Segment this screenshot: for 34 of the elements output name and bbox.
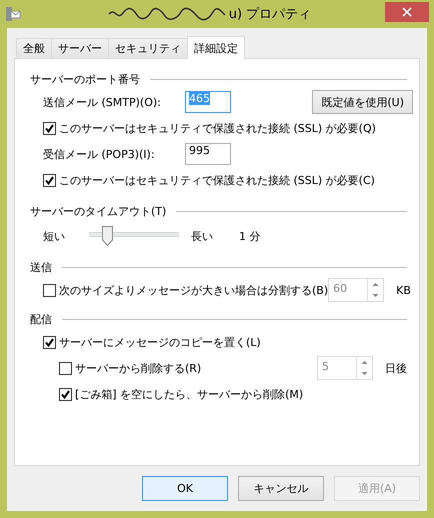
tab[interactable]: 全般 (16, 38, 52, 58)
close-icon (402, 7, 412, 17)
checkbox[interactable] (43, 336, 56, 348)
section-title: 送信 (30, 260, 52, 274)
unit-label: KB (396, 284, 411, 296)
field-label: 受信メール (POP3)(I): (43, 146, 156, 162)
tab[interactable]: 詳細設定 (187, 36, 245, 59)
checkbox-label: [ごみ箱] を空にしたら、サーバーから削除(M) (75, 386, 304, 402)
max-label: 長い (191, 228, 213, 244)
checkbox-label: このサーバーはセキュリティで保護された接続 (SSL) が必要(C) (59, 172, 375, 188)
unit-label: 日後 (385, 360, 407, 376)
checkbox-label: このサーバーはセキュリティで保護された接続 (SSL) が必要(Q) (59, 120, 376, 136)
section-title: サーバーのポート番号 (30, 72, 140, 86)
section-title: 配信 (30, 312, 52, 326)
checkbox[interactable] (59, 388, 72, 400)
section-title: サーバーのタイムアウト(T) (30, 204, 166, 218)
checkbox[interactable] (43, 174, 56, 186)
min-label: 短い (43, 228, 65, 244)
checkbox-label: サーバーにメッセージのコピーを置く(L) (59, 334, 261, 350)
window-title: u) プロパティ (228, 6, 312, 23)
checkbox-label: 次のサイズよりメッセージが大きい場合は分割する(B) (59, 282, 328, 298)
slider-thumb[interactable] (102, 226, 113, 246)
default-value-button[interactable]: 既定値を使用(U) (312, 90, 413, 114)
timeout-reading: 1 分 (239, 228, 260, 244)
dialog-button[interactable]: キャンセル (238, 476, 324, 501)
app-icon (5, 6, 21, 22)
field-label: 送信メール (SMTP)(O): (43, 94, 162, 110)
close-button[interactable] (385, 2, 429, 22)
dialog-button[interactable]: OK (142, 476, 228, 501)
checkbox-label: サーバーから削除する(R) (75, 360, 202, 376)
port-field[interactable]: 995 (185, 143, 231, 165)
tab[interactable]: サーバー (51, 38, 109, 58)
tab[interactable]: セキュリティ (108, 38, 188, 58)
checkbox[interactable] (43, 122, 56, 134)
